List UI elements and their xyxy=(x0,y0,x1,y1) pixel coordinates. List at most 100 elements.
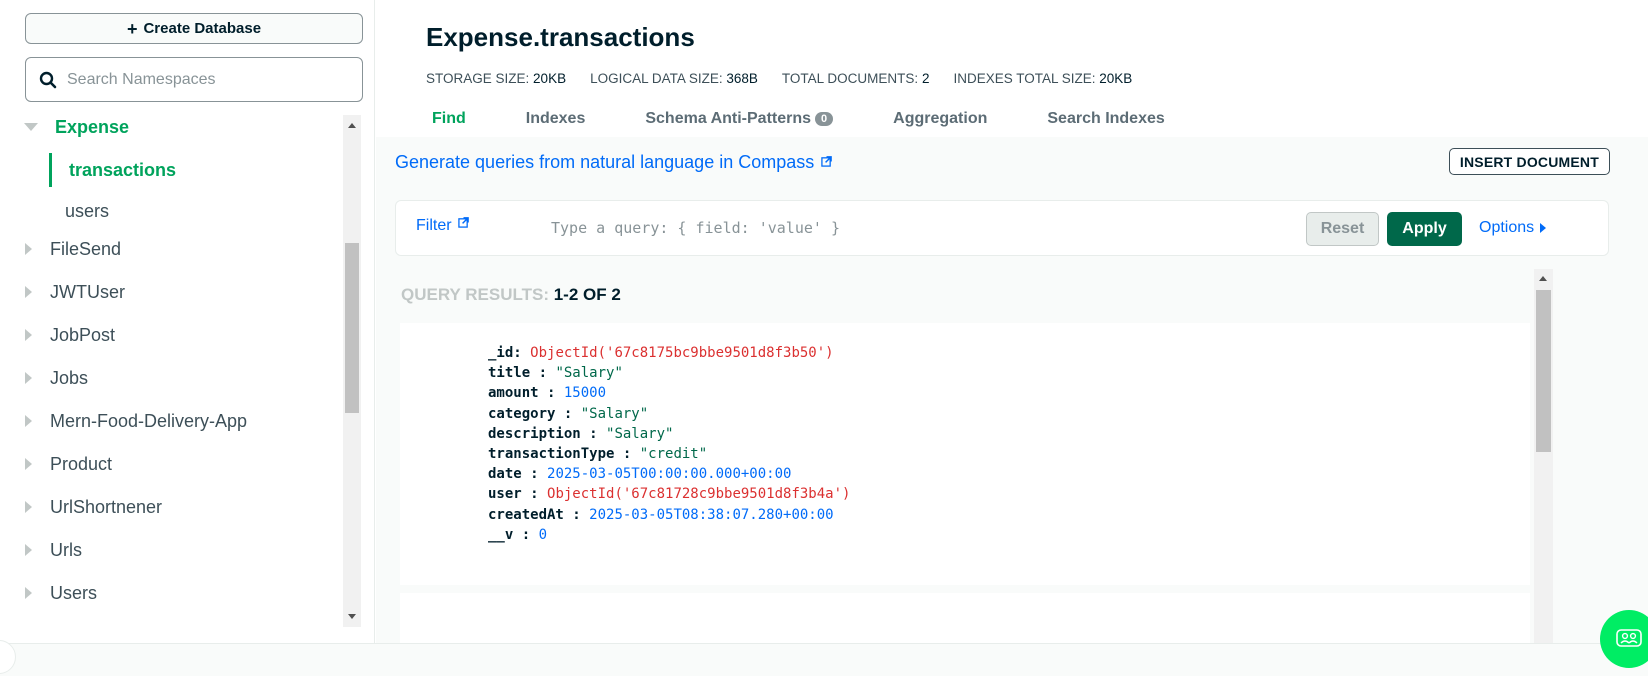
query-bar: Filter Reset Apply Options xyxy=(395,200,1609,256)
filter-label: Filter xyxy=(416,217,452,234)
scroll-down-arrow-icon[interactable] xyxy=(348,614,356,619)
chevron-right-icon[interactable] xyxy=(25,501,32,513)
tab-schema-anti-patterns[interactable]: Schema Anti-Patterns 0 xyxy=(645,110,834,128)
chevron-right-icon[interactable] xyxy=(25,544,32,556)
chevron-down-icon[interactable] xyxy=(24,123,38,131)
document-field-row[interactable]: description : "Salary" xyxy=(488,424,850,444)
generate-queries-text: Generate queries from natural language i… xyxy=(395,152,815,172)
database-item-urls[interactable]: Urls xyxy=(0,538,340,562)
chevron-right-icon[interactable] xyxy=(25,329,32,341)
tab-search-indexes[interactable]: Search Indexes xyxy=(1047,110,1164,128)
database-label: Jobs xyxy=(50,367,89,388)
field-value: "Salary" xyxy=(606,425,674,442)
create-database-label: Create Database xyxy=(143,20,262,37)
chevron-right-icon[interactable] xyxy=(25,286,32,298)
document-field-row[interactable]: title : "Salary" xyxy=(488,363,850,383)
tab-label: Indexes xyxy=(525,110,586,127)
documents-view: Generate queries from natural language i… xyxy=(376,137,1648,653)
field-value: "Salary" xyxy=(580,405,649,422)
database-item-filesend[interactable]: FileSend xyxy=(0,237,340,261)
field-key: amount xyxy=(488,385,539,402)
database-item-jobs[interactable]: Jobs xyxy=(0,366,340,390)
field-separator: : xyxy=(513,345,531,361)
document-field-row[interactable]: user : ObjectId('67c81728c9bbe9501d8f3b4… xyxy=(488,484,850,504)
document-card[interactable]: _id: ObjectId('67c8175bc9bbe9501d8f3b50'… xyxy=(400,323,1530,585)
database-item-expense[interactable]: Expense xyxy=(0,115,340,139)
collection-item-transactions[interactable]: transactions xyxy=(49,153,339,187)
stat-indexes-total-size: INDEXES TOTAL SIZE: 20KB xyxy=(953,71,1132,86)
document-field-row[interactable]: __v : 0 xyxy=(488,525,850,545)
database-item-urlshortnener[interactable]: UrlShortnener xyxy=(0,495,340,519)
tab-label: Search Indexes xyxy=(1047,110,1165,127)
stat-total-documents: TOTAL DOCUMENTS: 2 xyxy=(782,71,930,86)
database-item-mern-food-delivery-app[interactable]: Mern-Food-Delivery-App xyxy=(0,409,340,433)
chevron-right-icon[interactable] xyxy=(25,372,32,384)
create-database-button[interactable]: + Create Database xyxy=(25,13,363,44)
field-separator: : xyxy=(563,506,590,523)
scroll-up-arrow-icon[interactable] xyxy=(348,123,356,128)
insert-document-button[interactable]: INSERT DOCUMENT xyxy=(1448,148,1610,175)
main-panel: Expense.transactions STORAGE SIZE: 20KB … xyxy=(376,0,1648,653)
stat-label: STORAGE SIZE: xyxy=(426,71,530,86)
database-label: Product xyxy=(50,453,113,474)
reset-button[interactable]: Reset xyxy=(1306,212,1379,246)
scroll-up-arrow-icon[interactable] xyxy=(1539,276,1547,281)
stat-storage-size: STORAGE SIZE: 20KB xyxy=(426,71,566,86)
collection-tabs: Find Indexes Schema Anti-Patterns 0 Aggr… xyxy=(432,110,1225,128)
field-separator: : xyxy=(580,425,607,442)
database-item-jwtuser[interactable]: JWTUser xyxy=(0,280,340,304)
field-key: transactionType xyxy=(488,446,615,463)
database-item-users[interactable]: Users xyxy=(0,581,340,605)
stat-value: 20KB xyxy=(1099,71,1133,86)
chevron-right-icon[interactable] xyxy=(25,243,32,255)
chevron-right-icon[interactable] xyxy=(25,458,32,470)
chevron-right-icon[interactable] xyxy=(25,587,32,599)
options-label: Options xyxy=(1479,219,1535,236)
tab-aggregation[interactable]: Aggregation xyxy=(893,110,987,128)
field-key: __v xyxy=(488,526,514,543)
options-toggle[interactable]: Options xyxy=(1479,219,1547,237)
field-value: "Salary" xyxy=(555,365,623,382)
namespace-search-input[interactable] xyxy=(67,70,347,89)
document-field-row[interactable]: category : "Salary" xyxy=(488,404,850,424)
document-field-row[interactable]: _id: ObjectId('67c8175bc9bbe9501d8f3b50'… xyxy=(488,343,850,363)
namespace-search[interactable] xyxy=(25,57,363,102)
document-field-row[interactable]: date : 2025-03-05T00:00:00.000+00:00 xyxy=(488,464,850,484)
filter-link[interactable]: Filter xyxy=(416,217,469,235)
field-value: "credit" xyxy=(639,446,708,463)
field-value: 2025-03-05T08:38:07.280+00:00 xyxy=(589,506,834,523)
results-scrollbar[interactable] xyxy=(1534,269,1553,643)
tab-label: Schema Anti-Patterns xyxy=(645,110,812,127)
scrollbar-thumb[interactable] xyxy=(345,243,359,413)
field-value: 0 xyxy=(538,526,548,543)
stat-label: INDEXES TOTAL SIZE: xyxy=(953,71,1096,86)
field-key: user xyxy=(488,486,522,503)
database-item-product[interactable]: Product xyxy=(0,452,340,476)
generate-queries-link[interactable]: Generate queries from natural language i… xyxy=(395,152,833,173)
collection-item-users[interactable]: users xyxy=(0,199,340,223)
stat-label: LOGICAL DATA SIZE: xyxy=(590,71,723,86)
chevron-right-icon[interactable] xyxy=(25,415,32,427)
field-value: ObjectId('67c8175bc9bbe9501d8f3b50') xyxy=(530,345,834,361)
document-field-row[interactable]: transactionType : "credit" xyxy=(488,444,850,464)
field-key: category xyxy=(488,405,556,422)
tab-find[interactable]: Find xyxy=(432,110,466,128)
sidebar-scrollbar[interactable] xyxy=(343,115,361,627)
database-item-jobpost[interactable]: JobPost xyxy=(0,323,340,347)
scrollbar-thumb[interactable] xyxy=(1536,290,1551,452)
stat-value: 368B xyxy=(726,71,758,86)
tab-indexes[interactable]: Indexes xyxy=(526,110,586,128)
field-key: _id xyxy=(488,345,514,361)
database-tree: Expense transactions users FileSend JWTU… xyxy=(0,115,340,627)
filter-query-input[interactable] xyxy=(551,215,1271,241)
document-field-row[interactable]: amount : 15000 xyxy=(488,383,850,403)
document-field-row[interactable]: createdAt : 2025-03-05T08:38:07.280+00:0… xyxy=(488,505,850,525)
tab-label: Find xyxy=(432,110,466,127)
database-label: JWTUser xyxy=(50,281,125,302)
field-separator: : xyxy=(555,405,581,422)
plus-icon: + xyxy=(126,18,138,39)
apply-button[interactable]: Apply xyxy=(1387,212,1462,246)
caret-right-icon xyxy=(1540,223,1547,233)
database-label: Expense xyxy=(55,116,130,137)
database-label: FileSend xyxy=(50,238,122,259)
